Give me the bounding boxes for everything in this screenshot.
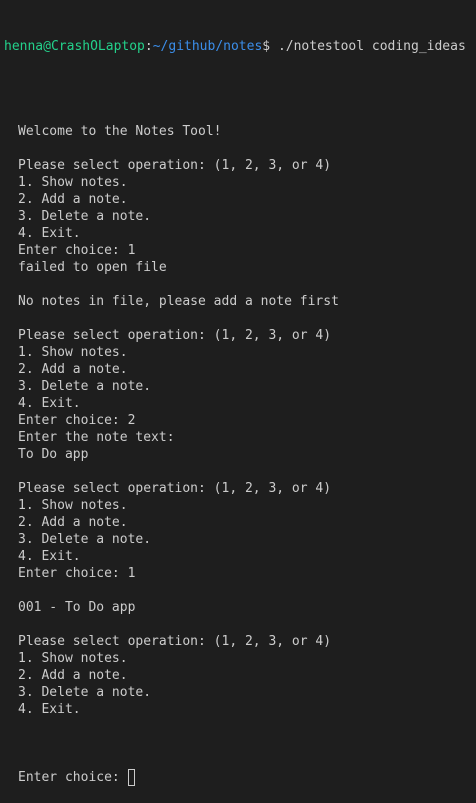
text-cursor[interactable] [127, 769, 135, 786]
output-line: 3. Delete a note. [18, 685, 152, 700]
prompt-colon: : [144, 39, 153, 54]
output-line: 2. Add a note. [18, 515, 128, 530]
output-line: To Do app [18, 447, 89, 462]
output-line: Enter the note text: [18, 430, 175, 445]
output-line: Please select operation: (1, 2, 3, or 4) [18, 158, 332, 173]
output-line: failed to open file [18, 260, 167, 275]
output-line: 4. Exit. [18, 549, 81, 564]
output-line: 1. Show notes. [18, 498, 128, 513]
terminal-window[interactable]: henna@CrashOLaptop:~/github/notes$ ./not… [0, 0, 476, 786]
terminal-output: Welcome to the Notes Tool! Please select … [0, 106, 476, 718]
output-line: Welcome to the Notes Tool! [18, 124, 222, 139]
input-prompt-label: Enter choice: [18, 770, 128, 785]
output-line: Please select operation: (1, 2, 3, or 4) [18, 328, 332, 343]
output-line: 3. Delete a note. [18, 379, 152, 394]
output-line: 1. Show notes. [18, 651, 128, 666]
output-line: 001 - To Do app [18, 600, 136, 615]
prompt-user-host: henna@CrashOLaptop [4, 39, 145, 54]
output-line: Enter choice: 1 [18, 566, 136, 581]
output-line: 3. Delete a note. [18, 532, 152, 547]
output-line: 1. Show notes. [18, 345, 128, 360]
output-line: 4. Exit. [18, 702, 81, 717]
prompt-dollar: $ [262, 39, 271, 54]
output-line: 1. Show notes. [18, 175, 128, 190]
output-line: 4. Exit. [18, 396, 81, 411]
output-line: Enter choice: 1 [18, 243, 136, 258]
output-line: 4. Exit. [18, 226, 81, 241]
output-line: Please select operation: (1, 2, 3, or 4) [18, 481, 332, 496]
output-line: 3. Delete a note. [18, 209, 152, 224]
prompt-command: ./notestool coding_ideas [270, 39, 466, 54]
output-line: Please select operation: (1, 2, 3, or 4) [18, 634, 332, 649]
output-line: No notes in file, please add a note firs… [18, 294, 339, 309]
shell-prompt: henna@CrashOLaptop:~/github/notes$ ./not… [0, 38, 476, 55]
output-line: 2. Add a note. [18, 192, 128, 207]
prompt-path: ~/github/notes [152, 39, 263, 54]
output-line: 2. Add a note. [18, 362, 128, 377]
output-line: 2. Add a note. [18, 668, 128, 683]
output-line: Enter choice: 2 [18, 413, 136, 428]
input-line[interactable]: Enter choice: [0, 769, 476, 786]
